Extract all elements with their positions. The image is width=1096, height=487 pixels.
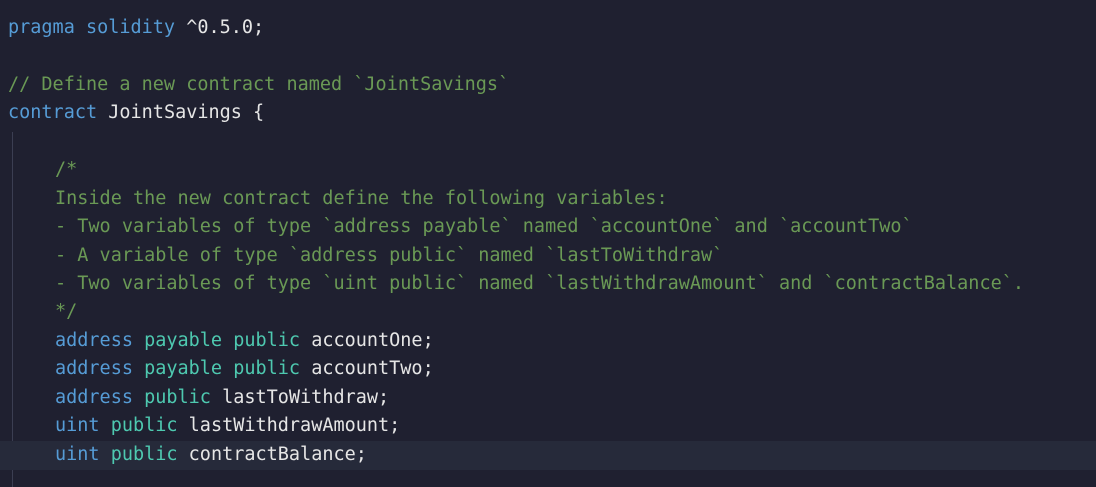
code-line-content: address payable public accountTwo; xyxy=(55,355,434,384)
code-line[interactable]: // Define a new contract named `JointSav… xyxy=(0,71,1096,100)
keyword-token: address xyxy=(55,330,145,351)
code-line[interactable]: uint public lastWithdrawAmount; xyxy=(0,412,1096,441)
keyword-token: address xyxy=(55,358,145,379)
identifier-token: lastWithdrawAmount; xyxy=(188,415,401,436)
keyword-token: pragma solidity xyxy=(8,17,187,38)
code-line[interactable]: address payable public accountTwo; xyxy=(0,355,1096,384)
code-line-content: uint public lastWithdrawAmount; xyxy=(55,412,400,441)
identifier-token: lastToWithdraw; xyxy=(222,387,390,408)
identifier-token: contractBalance; xyxy=(188,444,367,465)
code-line-content: - A variable of type `address public` na… xyxy=(55,242,723,271)
keyword-token: payable xyxy=(144,330,234,351)
keyword-token: public xyxy=(110,415,189,436)
identifier-token: ^0.5.0; xyxy=(186,17,265,38)
code-line-content: // Define a new contract named `JointSav… xyxy=(8,71,509,100)
code-line-content: uint public contractBalance; xyxy=(55,441,367,470)
code-editor[interactable]: pragma solidity ^0.5.0; // Define a new c… xyxy=(0,0,1096,487)
identifier-token: accountTwo; xyxy=(311,358,434,379)
code-line-content: pragma solidity ^0.5.0; xyxy=(8,14,264,43)
keyword-token: public xyxy=(233,358,312,379)
code-line[interactable]: - Two variables of type `uint public` na… xyxy=(0,270,1096,299)
code-line[interactable] xyxy=(0,43,1096,72)
code-line[interactable] xyxy=(0,128,1096,157)
identifier-token: JointSavings { xyxy=(108,102,265,123)
code-line[interactable]: Inside the new contract define the follo… xyxy=(0,185,1096,214)
code-line[interactable]: - A variable of type `address public` na… xyxy=(0,242,1096,271)
keyword-token: address xyxy=(55,387,145,408)
code-line-content: - Two variables of type `uint public` na… xyxy=(55,270,1024,299)
comment-token: - A variable of type `address public` na… xyxy=(55,245,724,266)
keyword-token: public xyxy=(233,330,312,351)
keyword-token: contract xyxy=(8,102,109,123)
keyword-token: payable xyxy=(144,358,234,379)
keyword-token: uint xyxy=(55,444,111,465)
code-line-content: address public lastToWithdraw; xyxy=(55,384,389,413)
keyword-token: public xyxy=(110,444,189,465)
comment-token: - Two variables of type `address payable… xyxy=(55,216,913,237)
code-line-content: Inside the new contract define the follo… xyxy=(55,185,668,214)
comment-token: */ xyxy=(55,301,78,322)
code-line[interactable]: /* xyxy=(0,156,1096,185)
code-line[interactable]: */ xyxy=(0,298,1096,327)
code-line-content: - Two variables of type `address payable… xyxy=(55,213,913,242)
code-line-content: contract JointSavings { xyxy=(8,99,264,128)
keyword-token: uint xyxy=(55,415,111,436)
comment-token: Inside the new contract define the follo… xyxy=(55,188,668,209)
identifier-token: accountOne; xyxy=(311,330,434,351)
code-line[interactable]: address payable public accountOne; xyxy=(0,327,1096,356)
code-line[interactable]: - Two variables of type `address payable… xyxy=(0,213,1096,242)
code-line-content: */ xyxy=(55,298,77,327)
comment-token: /* xyxy=(55,159,78,180)
code-line-content: address payable public accountOne; xyxy=(55,327,434,356)
code-line[interactable]: pragma solidity ^0.5.0; xyxy=(0,14,1096,43)
comment-token: // Define a new contract named `JointSav… xyxy=(8,74,510,95)
code-line[interactable]: contract JointSavings { xyxy=(0,99,1096,128)
code-line-content: /* xyxy=(55,156,77,185)
keyword-token: public xyxy=(144,387,223,408)
code-line[interactable]: uint public contractBalance; xyxy=(0,441,1096,470)
code-line[interactable]: address public lastToWithdraw; xyxy=(0,384,1096,413)
comment-token: - Two variables of type `uint public` na… xyxy=(55,273,1025,294)
